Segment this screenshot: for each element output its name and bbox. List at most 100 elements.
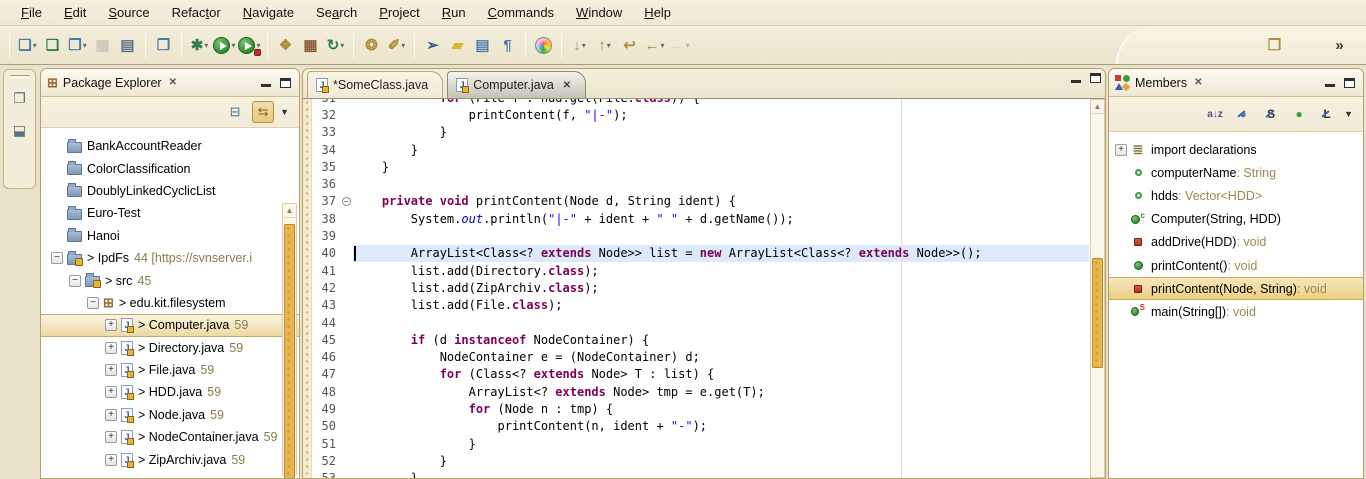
code-line[interactable]: 43 list.add(File.class); — [312, 297, 1089, 314]
prev-annotation-button[interactable]: ↑▾ — [592, 32, 617, 58]
menu-search[interactable]: Search — [305, 2, 368, 23]
tree-item[interactable]: +J> Directory.java59 — [41, 337, 299, 359]
code-line[interactable]: 52 } — [312, 452, 1089, 469]
tree-item[interactable]: ColorClassification — [41, 157, 299, 179]
menu-help[interactable]: Help — [633, 2, 682, 23]
code-line[interactable]: 48 ArrayList<? extends Node> tmp = e.get… — [312, 383, 1089, 400]
code-line[interactable]: 40 ArrayList<Class<? extends Node>> list… — [312, 245, 1089, 262]
highlight-button[interactable]: ▰ — [445, 32, 470, 58]
tab-someclass-java[interactable]: J *SomeClass.java — [307, 71, 443, 98]
browser-button[interactable] — [531, 32, 556, 58]
expander-icon[interactable]: − — [51, 252, 63, 264]
menu-edit[interactable]: Edit — [53, 2, 97, 23]
tree-item[interactable]: +J> HDD.java59 — [41, 381, 299, 403]
expander-icon[interactable]: + — [105, 386, 117, 398]
scroll-up-icon[interactable]: ▲ — [1091, 100, 1104, 114]
menu-navigate[interactable]: Navigate — [232, 2, 305, 23]
expander-icon[interactable]: − — [87, 297, 99, 309]
restore-views-icon[interactable]: ❐ — [8, 86, 32, 110]
tree-item[interactable]: +J> ZipArchiv.java59 — [41, 448, 299, 470]
member-item[interactable]: addDrive(HDD) : void — [1109, 231, 1363, 254]
close-view-icon[interactable]: ✕ — [167, 77, 179, 88]
code-line[interactable]: 32 printContent(f, "|-"); — [312, 106, 1089, 123]
view-menu-icon[interactable]: ▼ — [1344, 109, 1353, 119]
tree-item[interactable]: +J> File.java59 — [41, 359, 299, 381]
tree-item[interactable]: BankAccountReader — [41, 135, 299, 157]
expander-icon[interactable]: + — [105, 342, 117, 354]
run-external-button[interactable]: ▾ — [237, 32, 262, 58]
hide-static-button[interactable]: S — [1260, 103, 1282, 125]
maximize-button[interactable] — [280, 78, 291, 88]
code-line[interactable]: 36 — [312, 175, 1089, 192]
code-line[interactable]: 37− private void printContent(Node d, St… — [312, 193, 1089, 210]
save-button[interactable]: ▦ — [90, 32, 115, 58]
code-line[interactable]: 46 NodeContainer e = (NodeContainer) d; — [312, 348, 1089, 365]
menu-file[interactable]: File — [10, 2, 53, 23]
member-item[interactable]: Smain(String[]) : void — [1109, 300, 1363, 323]
tree-item[interactable]: +J> Node.java59 — [41, 404, 299, 426]
next-annotation-button[interactable]: ↓▾ — [567, 32, 592, 58]
code-line[interactable]: 44 — [312, 314, 1089, 331]
toolbar-overflow-chevron[interactable]: » — [1327, 32, 1352, 58]
menu-run[interactable]: Run — [431, 2, 477, 23]
collapse-fold-icon[interactable]: − — [342, 197, 351, 206]
tree-item[interactable]: DoublyLinkedCyclicList — [41, 180, 299, 202]
code-line[interactable]: 34 } — [312, 141, 1089, 158]
open-type-button[interactable]: ❂ — [359, 32, 384, 58]
hide-local-types-button[interactable]: L — [1316, 103, 1338, 125]
forward-button[interactable]: →▾ — [667, 32, 692, 58]
expander-icon[interactable]: + — [1115, 144, 1127, 156]
code-editor[interactable]: 31 for (File f : hdd.get(File.class)) {3… — [303, 99, 1105, 478]
expander-icon[interactable]: + — [105, 431, 117, 443]
code-line[interactable]: 39 — [312, 227, 1089, 244]
annotation-ruler[interactable] — [303, 99, 312, 478]
menu-refactor[interactable]: Refactor — [161, 2, 232, 23]
close-tab-icon[interactable]: ✕ — [563, 80, 571, 91]
tree-item[interactable]: −⊞> edu.kit.filesystem — [41, 292, 299, 314]
member-item[interactable]: hdds : Vector<HDD> — [1109, 184, 1363, 207]
minimize-button[interactable] — [1325, 84, 1335, 87]
show-whitespace-button[interactable]: ¶ — [495, 32, 520, 58]
expander-icon[interactable]: − — [69, 275, 81, 287]
code-line[interactable]: 42 list.add(ZipArchiv.class); — [312, 279, 1089, 296]
scroll-up-icon[interactable]: ▲ — [283, 204, 296, 218]
view-menu-icon[interactable]: ▼ — [280, 107, 289, 117]
new-class-button[interactable]: ❑ — [40, 32, 65, 58]
new-wizard-button[interactable]: ❏▾ — [15, 32, 40, 58]
expander-icon[interactable]: + — [105, 319, 117, 331]
plugin-wizard-button[interactable]: ▦ — [298, 32, 323, 58]
member-item[interactable]: cComputer(String, HDD) — [1109, 208, 1363, 231]
tree-item[interactable]: +J> Computer.java59 — [41, 314, 299, 336]
tab-computer-java[interactable]: J Computer.java ✕ — [447, 71, 586, 98]
code-line[interactable]: 38 System.out.println("|-" + ident + " "… — [312, 210, 1089, 227]
tree-item[interactable]: Hanoi — [41, 225, 299, 247]
expander-icon[interactable]: + — [105, 454, 117, 466]
show-public-button[interactable]: ● — [1288, 103, 1310, 125]
code-line[interactable]: 45 if (d instanceof NodeContainer) { — [312, 331, 1089, 348]
code-line[interactable]: 49 for (Node n : tmp) { — [312, 400, 1089, 417]
java-wizard-button[interactable]: ❖ — [273, 32, 298, 58]
link-with-editor-button[interactable]: ⇆ — [252, 101, 274, 123]
menu-window[interactable]: Window — [565, 2, 633, 23]
print-button[interactable]: ▤ — [115, 32, 140, 58]
editor-scrollbar[interactable]: ▲ — [1090, 99, 1105, 478]
collapse-all-button[interactable]: ⊟ — [224, 101, 246, 123]
debug-button[interactable]: ✱▾ — [187, 32, 212, 58]
update-wizard-button[interactable]: ↻▾ — [323, 32, 348, 58]
copy-button[interactable]: ❐ — [151, 32, 176, 58]
close-view-icon[interactable]: ✕ — [1192, 77, 1204, 88]
last-edit-location-button[interactable]: ↩ — [617, 32, 642, 58]
run-button[interactable]: ▾ — [212, 32, 237, 58]
scrollbar-thumb[interactable] — [1092, 258, 1103, 368]
fold-margin[interactable]: − — [339, 197, 353, 206]
tree-item[interactable]: −> IpdFs44 [https://svnserver.i — [41, 247, 299, 269]
new-file-button[interactable]: ❐▾ — [65, 32, 90, 58]
code-line[interactable]: 41 list.add(Directory.class); — [312, 262, 1089, 279]
member-item[interactable]: printContent() : void — [1109, 254, 1363, 277]
maximize-button[interactable] — [1090, 73, 1101, 83]
tree-item[interactable]: −> src45 — [41, 269, 299, 291]
code-line[interactable]: 31 for (File f : hdd.get(File.class)) { — [312, 99, 1089, 106]
expander-icon[interactable]: + — [105, 409, 117, 421]
editor-presentation-button[interactable]: ❒ — [1262, 32, 1287, 58]
back-button[interactable]: ←▾ — [642, 32, 667, 58]
